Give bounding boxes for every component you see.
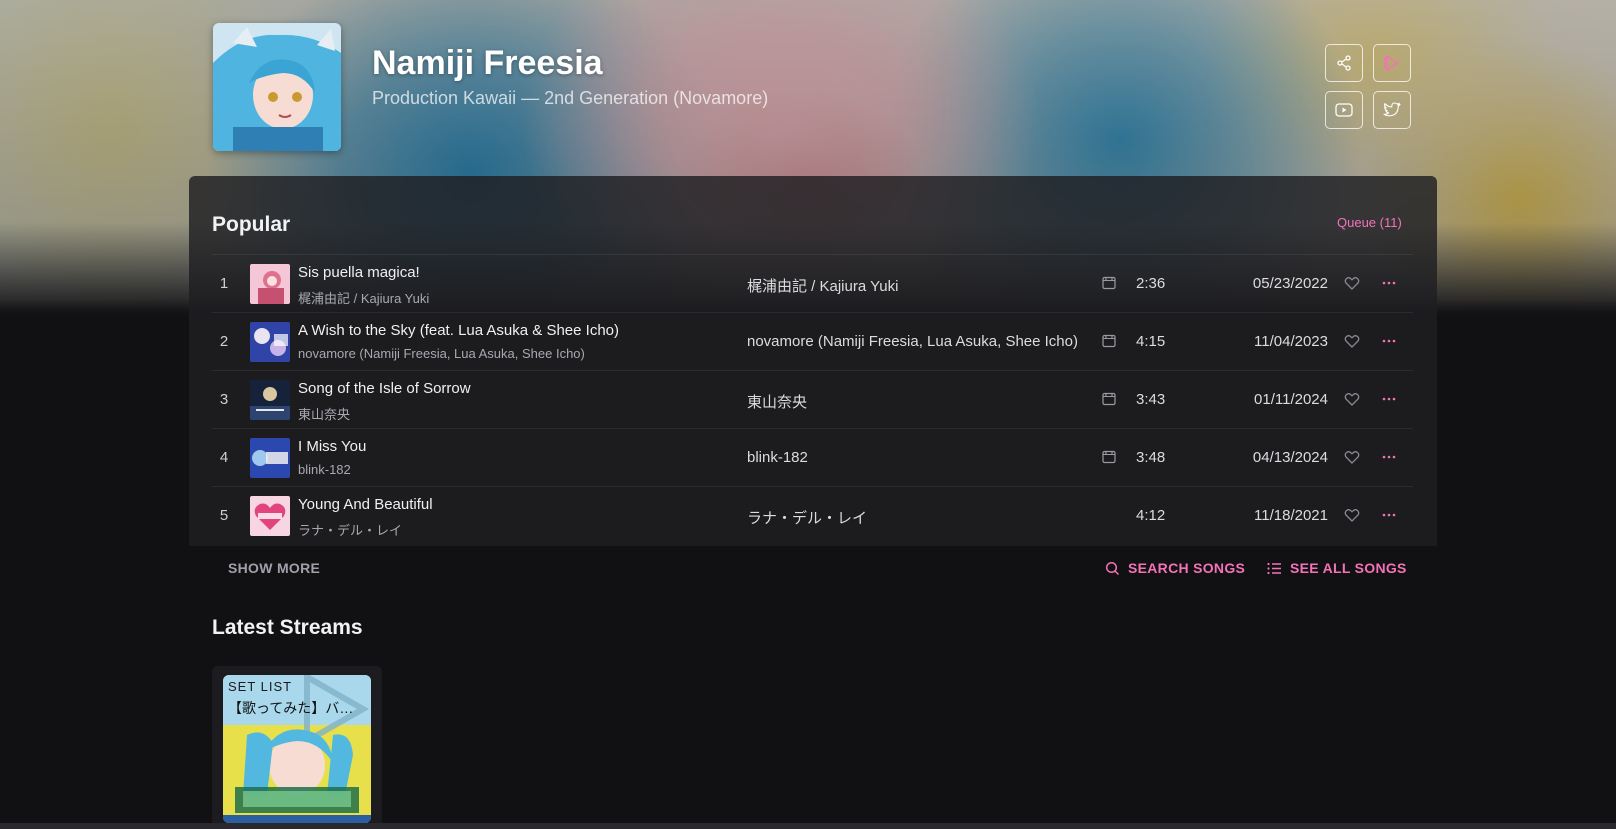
song-index: 5	[219, 507, 229, 524]
queue-button[interactable]: Queue (11)	[1337, 215, 1402, 230]
song-row[interactable]: 5 Young And Beautiful ラナ・デル・レイ ラナ・デル・レイ …	[212, 486, 1413, 544]
see-all-songs-button[interactable]: SEE ALL SONGS	[1267, 560, 1407, 576]
share-icon	[1337, 55, 1351, 71]
heart-icon[interactable]	[1344, 507, 1360, 523]
heart-icon[interactable]	[1344, 333, 1360, 349]
song-row[interactable]: 3 Song of the Isle of Sorrow 東山奈央 東山奈央 3…	[212, 370, 1413, 428]
twitter-button[interactable]	[1373, 91, 1411, 129]
video-icon	[1102, 334, 1116, 348]
song-date: 01/11/2024	[1254, 391, 1328, 408]
song-thumbnail	[250, 496, 290, 536]
song-original-artist[interactable]: novamore (Namiji Freesia, Lua Asuka, She…	[747, 333, 1078, 350]
more-options-icon[interactable]	[1381, 449, 1397, 465]
song-title[interactable]: Sis puella magica!	[298, 264, 420, 281]
song-index: 1	[219, 275, 229, 292]
song-duration: 4:12	[1136, 507, 1166, 524]
search-songs-button[interactable]: SEARCH SONGS	[1105, 560, 1245, 576]
song-artist-small[interactable]: blink-182	[298, 462, 351, 477]
song-title[interactable]: Song of the Isle of Sorrow	[298, 380, 471, 397]
song-thumbnail	[250, 438, 290, 478]
list-icon	[1267, 562, 1281, 574]
see-all-songs-label: SEE ALL SONGS	[1290, 560, 1407, 576]
twitter-icon	[1383, 102, 1401, 117]
song-duration: 4:15	[1136, 333, 1166, 350]
song-artist-small[interactable]: 東山奈央	[298, 404, 350, 423]
popular-heading: Popular	[212, 213, 291, 236]
song-original-artist[interactable]: 東山奈央	[747, 391, 807, 412]
song-original-artist[interactable]: ラナ・デル・レイ	[747, 507, 867, 528]
player-bar-edge	[0, 823, 1616, 829]
song-artist-small[interactable]: novamore (Namiji Freesia, Lua Asuka, She…	[298, 346, 585, 361]
search-songs-label: SEARCH SONGS	[1128, 560, 1246, 576]
search-icon	[1105, 561, 1120, 575]
song-artist-small[interactable]: 梶浦由記 / Kajiura Yuki	[298, 288, 429, 307]
song-thumbnail	[250, 322, 290, 362]
song-index: 2	[219, 333, 229, 350]
song-duration: 2:36	[1136, 275, 1166, 292]
share-button[interactable]	[1325, 44, 1363, 82]
song-artist-small[interactable]: ラナ・デル・レイ	[298, 520, 402, 539]
video-icon	[1102, 392, 1116, 406]
song-row[interactable]: 4 I Miss You blink-182 blink-182 3:48 04…	[212, 428, 1413, 486]
play-icon	[1384, 55, 1399, 71]
song-date: 05/23/2022	[1252, 275, 1328, 292]
song-title[interactable]: Young And Beautiful	[298, 496, 433, 513]
youtube-icon	[1335, 103, 1353, 117]
song-duration: 3:43	[1136, 391, 1166, 408]
more-options-icon[interactable]	[1381, 275, 1397, 291]
song-title[interactable]: I Miss You	[298, 438, 366, 455]
show-more-button[interactable]: SHOW MORE	[228, 560, 320, 576]
youtube-button[interactable]	[1325, 91, 1363, 129]
song-date: 11/18/2021	[1254, 507, 1328, 524]
heart-icon[interactable]	[1344, 275, 1360, 291]
song-title[interactable]: A Wish to the Sky (feat. Lua Asuka & She…	[298, 322, 619, 339]
song-date: 04/13/2024	[1252, 449, 1328, 466]
song-row[interactable]: 1 Sis puella magica! 梶浦由記 / Kajiura Yuki…	[212, 254, 1413, 312]
heart-icon[interactable]	[1344, 391, 1360, 407]
song-thumbnail	[250, 264, 290, 304]
artist-name: Namiji Freesia	[372, 44, 603, 82]
artist-group: Production Kawaii — 2nd Generation (Nova…	[372, 88, 769, 108]
song-original-artist[interactable]: 梶浦由記 / Kajiura Yuki	[747, 275, 898, 296]
song-date: 11/04/2023	[1254, 333, 1328, 350]
song-original-artist[interactable]: blink-182	[747, 449, 808, 466]
song-index: 3	[219, 391, 229, 408]
artist-avatar	[213, 23, 341, 151]
song-row[interactable]: 2 A Wish to the Sky (feat. Lua Asuka & S…	[212, 312, 1413, 370]
stream-tag: SET LIST	[228, 679, 293, 694]
video-icon	[1102, 276, 1116, 290]
song-duration: 3:48	[1136, 449, 1166, 466]
song-index: 4	[219, 449, 229, 466]
more-options-icon[interactable]	[1381, 507, 1397, 523]
play-button[interactable]	[1373, 44, 1411, 82]
more-options-icon[interactable]	[1381, 333, 1397, 349]
video-icon	[1102, 450, 1116, 464]
song-thumbnail	[250, 380, 290, 420]
more-options-icon[interactable]	[1381, 391, 1397, 407]
latest-streams-heading: Latest Streams	[212, 616, 363, 639]
heart-icon[interactable]	[1344, 449, 1360, 465]
stream-title[interactable]: 【歌ってみた】バニ…	[228, 698, 366, 718]
